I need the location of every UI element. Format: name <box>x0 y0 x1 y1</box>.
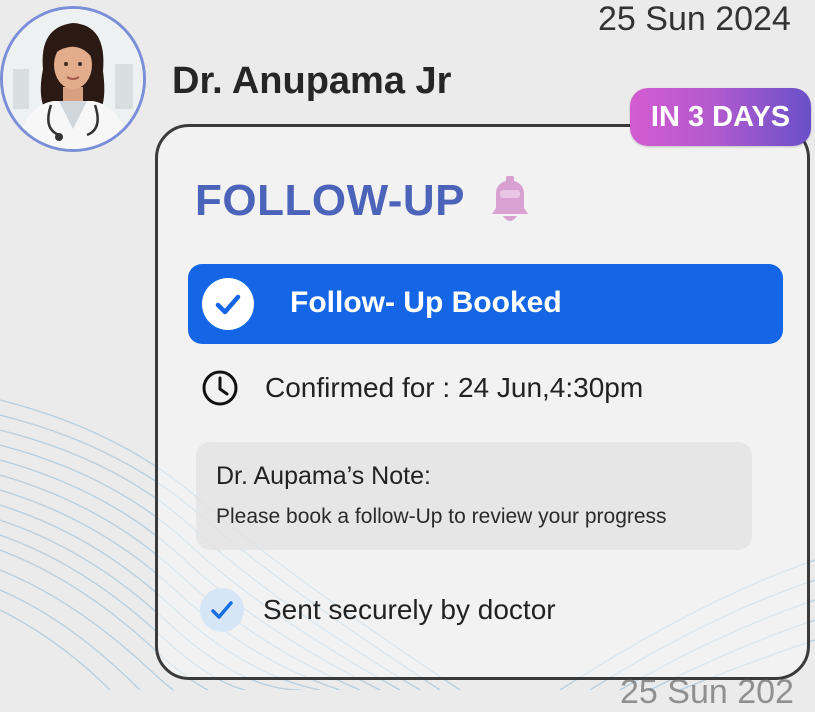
note-title: Dr. Aupama’s Note: <box>216 462 431 490</box>
doctor-name: Dr. Anupama Jr <box>172 60 452 102</box>
clock-icon <box>202 370 238 406</box>
confirmed-text: Confirmed for : 24 Jun,4:30pm <box>265 372 644 403</box>
header-date: 25 Sun 2024 <box>598 0 791 38</box>
days-remaining-badge: IN 3 DAYS <box>630 88 811 146</box>
doctor-photo-icon <box>3 9 143 149</box>
footer-date-partial: 25 Sun 202 <box>620 673 794 711</box>
bell-icon <box>492 176 528 221</box>
note-body: Please book a follow-Up to review your p… <box>216 505 667 528</box>
booked-label: Follow- Up Booked <box>290 286 562 319</box>
card-title: FOLLOW-UP <box>195 176 466 225</box>
doctor-avatar[interactable] <box>0 6 146 152</box>
check-circle-icon <box>202 278 254 330</box>
sent-securely-text: Sent securely by doctor <box>263 594 556 625</box>
follow-up-booked-banner[interactable]: Follow- Up Booked <box>188 264 783 344</box>
check-icon <box>200 588 244 632</box>
doctor-note: Dr. Aupama’s Note: Please book a follow-… <box>196 442 752 550</box>
confirmed-time-row: Confirmed for : 24 Jun,4:30pm <box>200 366 720 410</box>
sent-securely-row: Sent securely by doctor <box>200 588 620 632</box>
